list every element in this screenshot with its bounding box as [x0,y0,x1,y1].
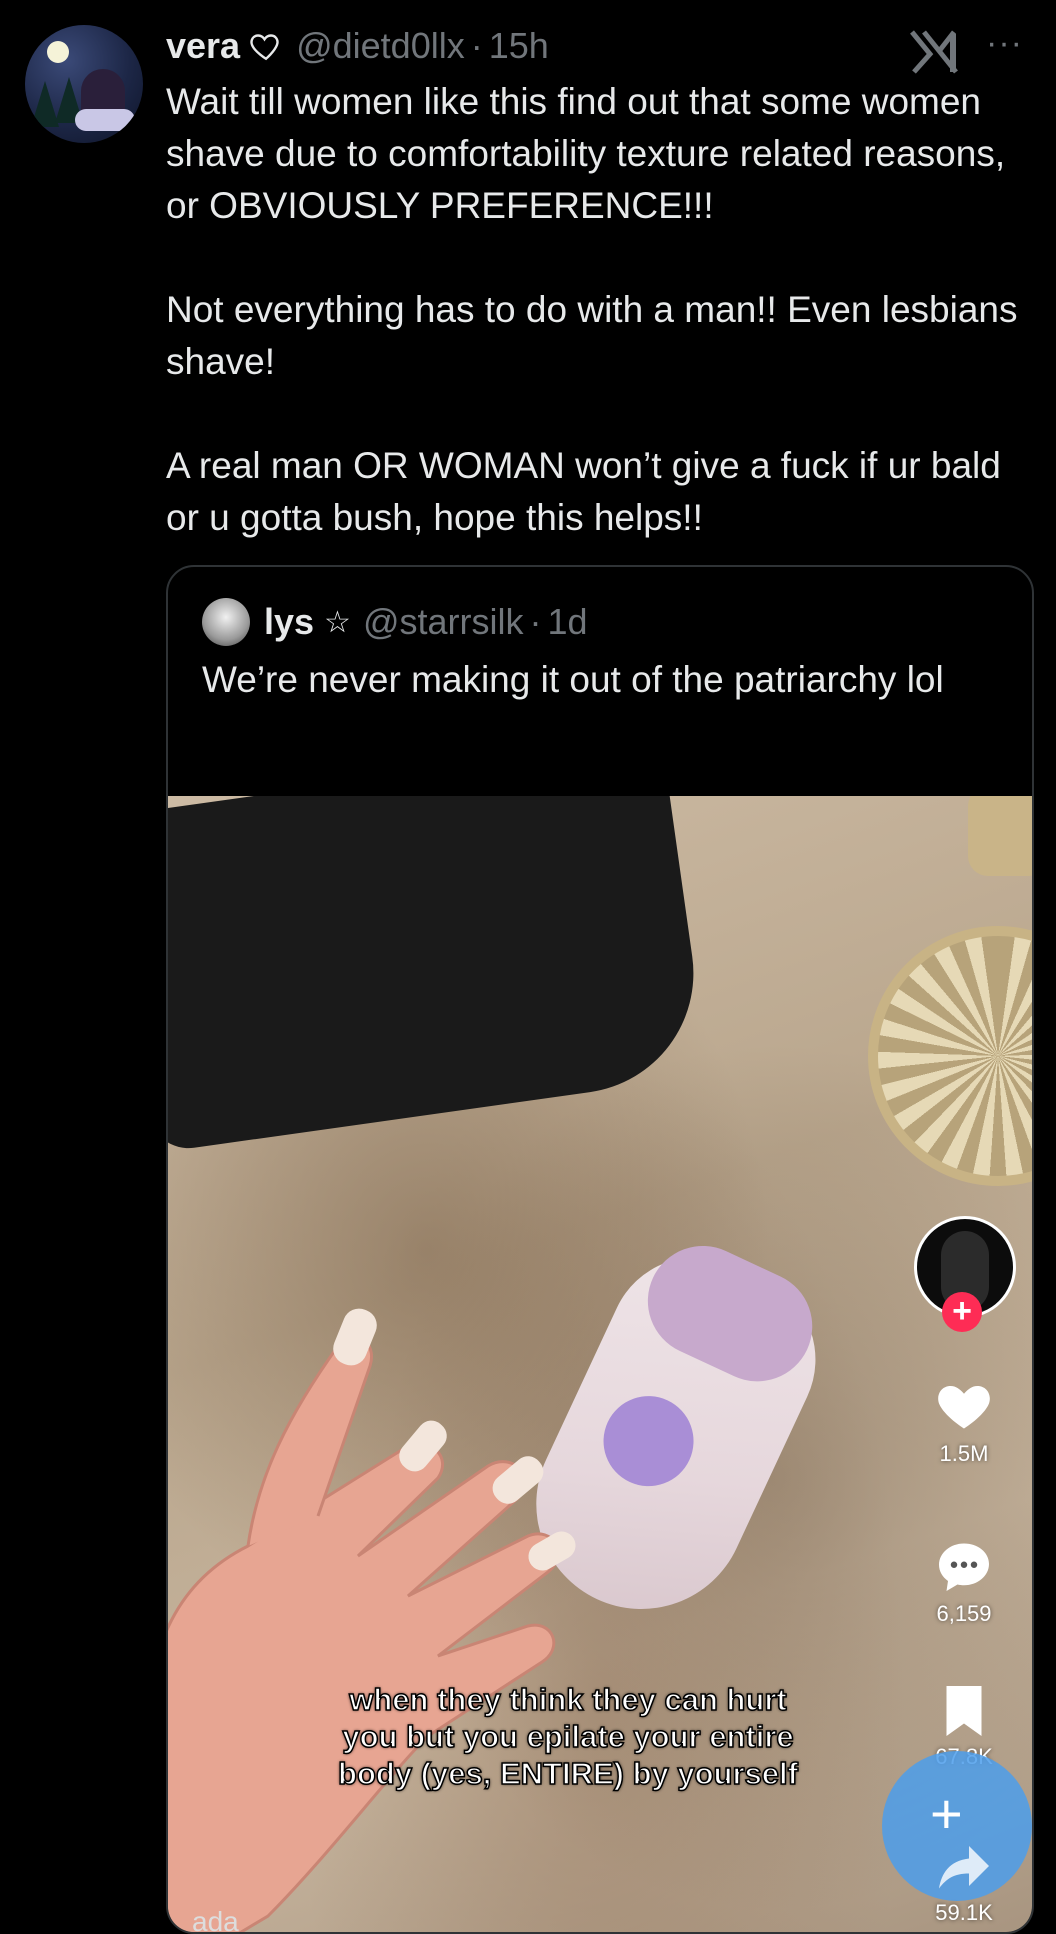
quote-author-name[interactable]: lys [264,601,314,643]
share-icon[interactable] [932,1836,996,1896]
tweet-text: Wait till women like this find out that … [166,76,1036,544]
star-icon: ☆ [324,605,351,639]
tweet-paragraph: A real man OR WOMAN won’t give a fuck if… [166,445,1001,538]
tweet-header: vera @dietd0llx · 15h [166,18,549,74]
video-caption: when they think they can hurt you but yo… [337,1681,798,1792]
epilator-head [629,1227,831,1400]
author-handle[interactable]: @dietd0llx [296,25,465,67]
like-icon[interactable] [932,1376,996,1436]
video-corner-text: ada [192,1906,239,1932]
tweet-paragraph: Wait till women like this find out that … [166,81,1006,226]
quote-author-avatar[interactable] [202,598,250,646]
author-avatar[interactable] [25,25,143,143]
quoted-tweet[interactable]: lys ☆ @starrsilk · 1d We’re never making… [166,565,1034,1934]
heart-outline-icon [250,34,279,61]
tweet-paragraph: Not everything has to do with a man!! Ev… [166,289,1018,382]
video-media[interactable]: + 1.5M 6,159 67.8K + 59.1K when they thi… [168,796,1032,1932]
lap-graphic [75,109,135,131]
quote-text: We’re never making it out of the patriar… [202,659,944,700]
separator-dot: · [529,601,542,642]
moon-graphic [47,41,69,63]
quote-header: lys ☆ @starrsilk · 1d [202,597,588,647]
x-logo-icon[interactable] [910,28,960,74]
tweet-time[interactable]: 15h [489,25,549,67]
author-name[interactable]: vera [166,25,240,67]
bookmark-icon[interactable] [932,1681,996,1741]
black-cloth-graphic [168,796,709,1154]
quote-time[interactable]: 1d [548,601,588,643]
ornament-graphic [868,926,1032,1186]
likes-count: 1.5M [939,1441,989,1466]
shares-count: 59.1K [935,1900,993,1925]
comments-count: 6,159 [936,1601,992,1626]
comment-icon[interactable] [932,1536,996,1596]
hand-graphic [168,1308,576,1932]
ornament-graphic [968,796,1032,876]
follow-plus-button[interactable]: + [942,1292,982,1332]
separator-dot: · [470,25,483,66]
more-icon[interactable]: ··· [986,24,1023,63]
quote-author-handle[interactable]: @starrsilk [363,601,524,643]
